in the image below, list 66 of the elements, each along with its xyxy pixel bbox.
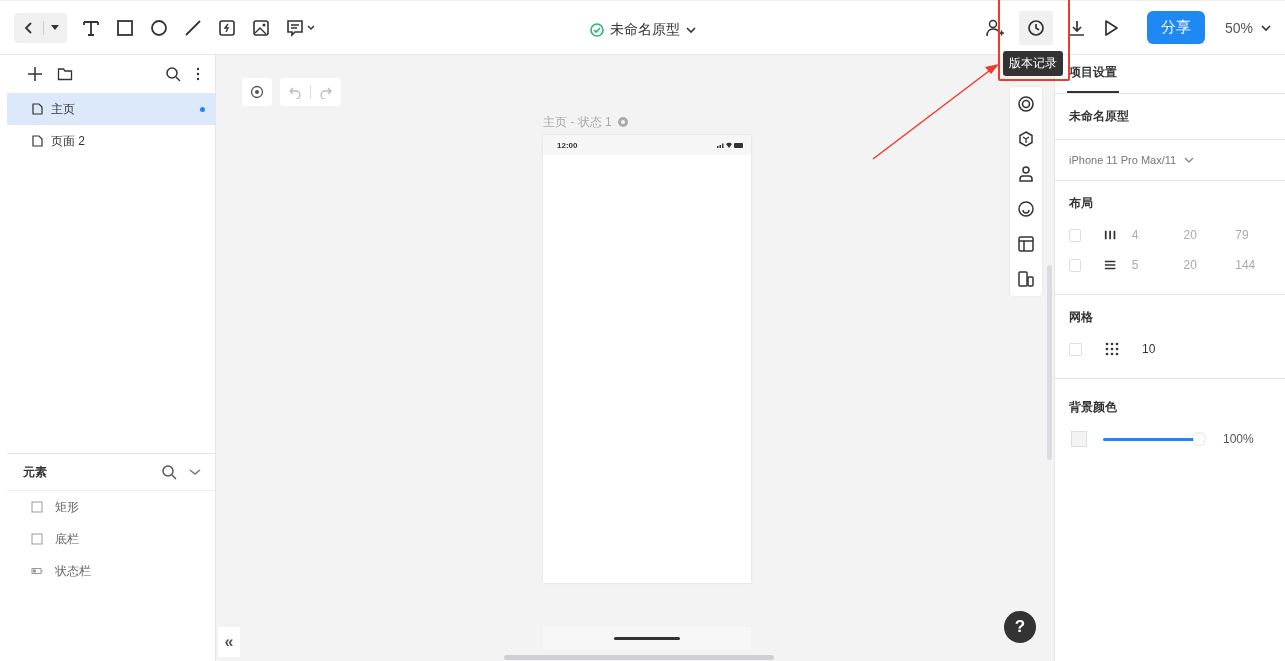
- page-item[interactable]: 主页: [7, 93, 215, 125]
- section-title: 布局: [1069, 195, 1094, 212]
- hexagon-icon[interactable]: [1017, 130, 1035, 148]
- page-icon: [32, 135, 43, 147]
- columns-icon: [1103, 229, 1116, 241]
- layer-item[interactable]: 底栏: [7, 523, 215, 555]
- scrollbar[interactable]: [504, 655, 774, 660]
- share-button[interactable]: 分享: [1146, 11, 1205, 44]
- section-title: 网格: [1069, 309, 1094, 326]
- collapse-button[interactable]: «: [218, 627, 240, 657]
- opacity-value: 100%: [1223, 432, 1254, 446]
- signal-battery-icon: [717, 142, 743, 148]
- target-icon: [250, 85, 264, 99]
- search-icon[interactable]: [165, 66, 181, 82]
- section-title: 背景颜色: [1069, 399, 1118, 416]
- add-icon[interactable]: [27, 66, 43, 82]
- device-dropdown[interactable]: iPhone 11 Pro Max/11: [1069, 154, 1271, 166]
- checkbox[interactable]: [1069, 342, 1082, 356]
- hotspot-tool-icon[interactable]: [217, 17, 237, 38]
- clock-icon: [1025, 17, 1046, 38]
- smiley-icon[interactable]: [1017, 200, 1035, 218]
- layout-icon[interactable]: [1017, 235, 1035, 253]
- battery-icon: [31, 565, 43, 577]
- slider-thumb[interactable]: [1193, 432, 1205, 445]
- rectangle-tool-icon[interactable]: [115, 17, 135, 38]
- rows-icon: [1103, 259, 1116, 271]
- project-name: 未命名原型: [1069, 109, 1129, 123]
- document-title-dropdown[interactable]: 未命名原型: [590, 21, 696, 39]
- layer-item[interactable]: 矩形: [7, 491, 215, 523]
- chevron-down-icon: [686, 26, 696, 34]
- folder-icon[interactable]: [57, 66, 73, 82]
- target-icon[interactable]: [1017, 95, 1035, 113]
- panel-title: 元素: [23, 463, 47, 481]
- page-icon: [32, 103, 43, 115]
- search-icon[interactable]: [161, 464, 177, 480]
- square-icon: [31, 501, 43, 513]
- frame-label: 主页 - 状态 1: [543, 113, 612, 131]
- chevron-down-icon[interactable]: [189, 468, 201, 476]
- chevron-down-icon: [1261, 23, 1271, 32]
- color-swatch[interactable]: [1071, 431, 1087, 447]
- grid-size-value[interactable]: 10: [1142, 342, 1156, 356]
- ellipse-tool-icon[interactable]: [149, 17, 169, 38]
- help-button[interactable]: ?: [1004, 611, 1036, 643]
- comment-tool-icon[interactable]: [285, 17, 317, 38]
- status-time: 12:00: [557, 140, 578, 150]
- devices-icon[interactable]: [1017, 270, 1035, 288]
- more-icon[interactable]: [195, 67, 201, 81]
- settings-tab[interactable]: 项目设置: [1067, 64, 1119, 93]
- chevron-down-icon: [1184, 156, 1195, 164]
- zoom-dropdown[interactable]: 50%: [1224, 19, 1271, 36]
- grid-icon: [1105, 342, 1119, 356]
- home-indicator: [614, 636, 680, 640]
- caret-icon: [51, 24, 59, 31]
- image-tool-icon[interactable]: [251, 17, 271, 38]
- user-icon[interactable]: [1017, 165, 1035, 183]
- back-split-button[interactable]: [14, 12, 67, 43]
- target-button[interactable]: [242, 78, 272, 106]
- checkbox[interactable]: [1069, 258, 1081, 272]
- tooltip: 版本记录: [1002, 50, 1063, 76]
- checkbox[interactable]: [1069, 228, 1081, 242]
- layer-item[interactable]: 状态栏: [7, 555, 215, 587]
- square-icon: [31, 533, 43, 545]
- page-item[interactable]: 页面 2: [7, 125, 215, 157]
- add-user-icon[interactable]: [984, 17, 1005, 38]
- history-button[interactable]: [1018, 10, 1053, 45]
- line-tool-icon[interactable]: [183, 17, 203, 38]
